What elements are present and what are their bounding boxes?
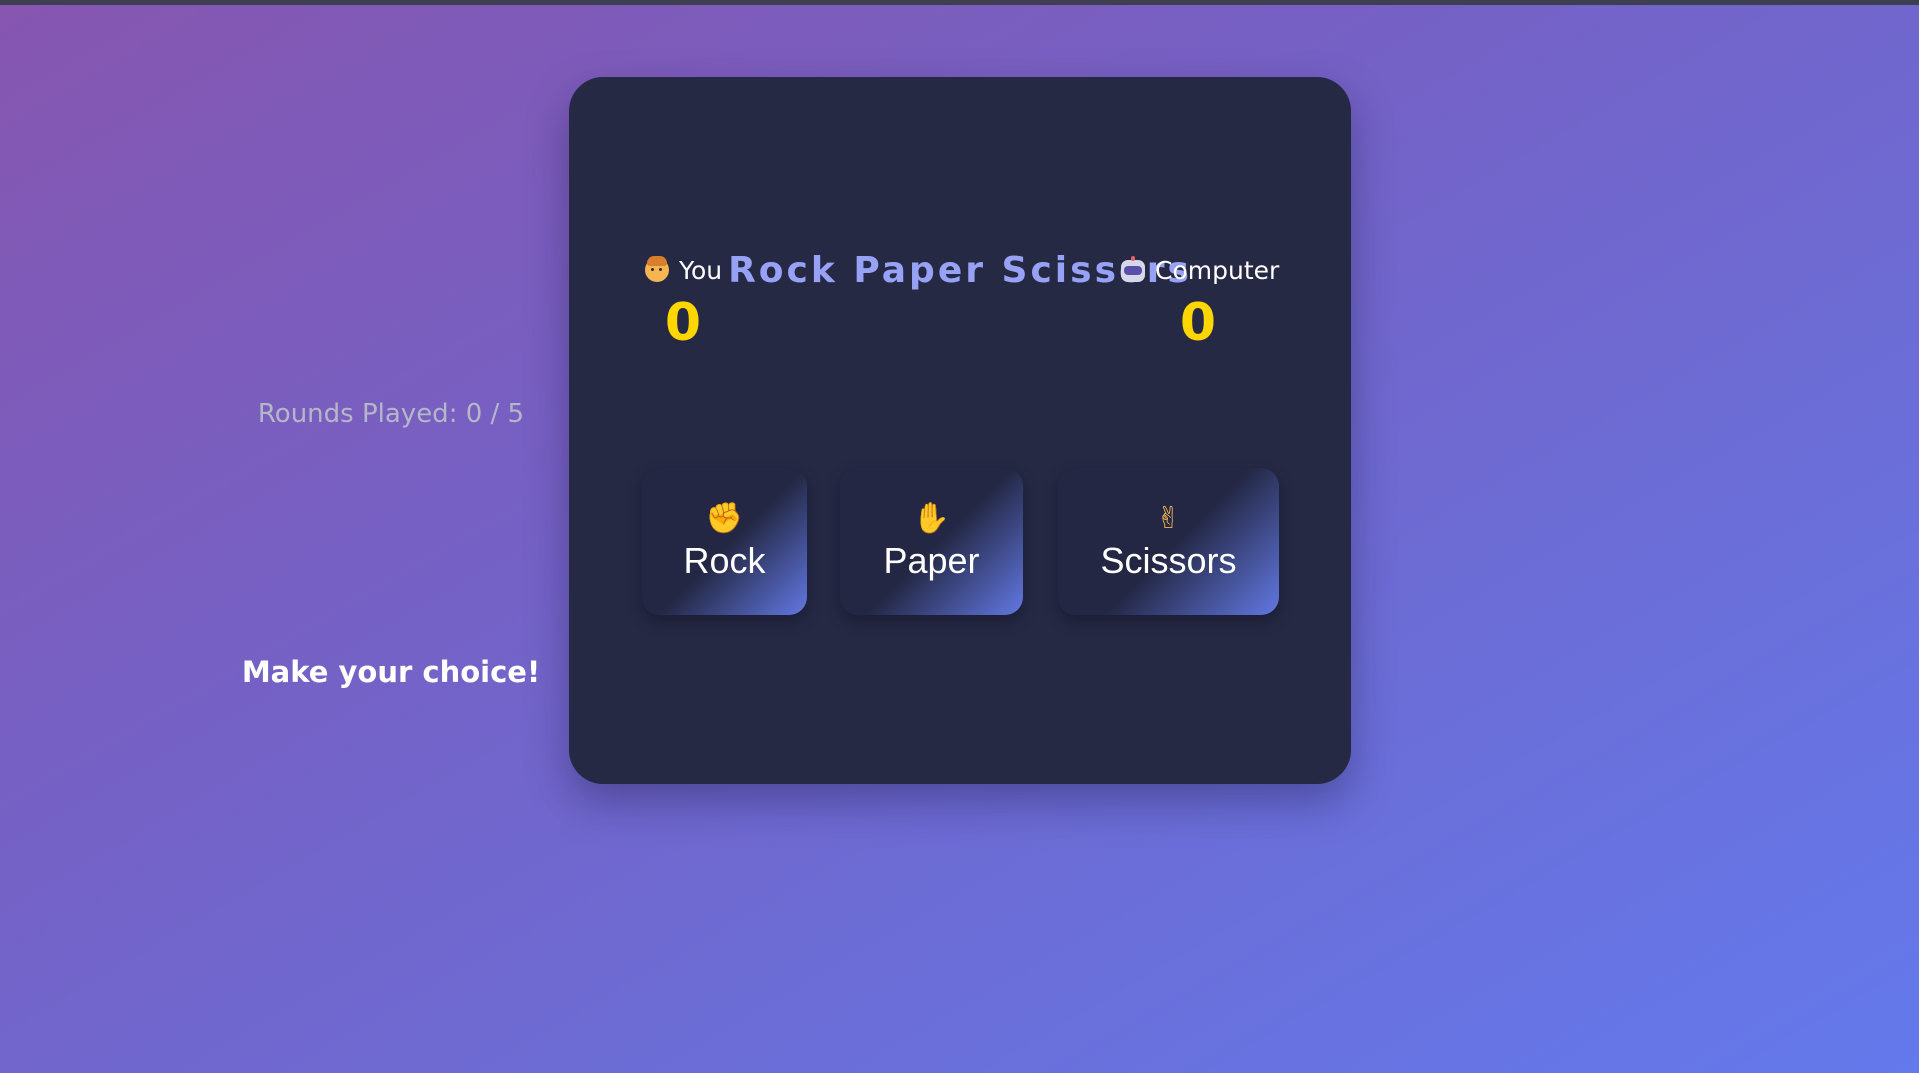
scissors-label: Scissors — [1100, 540, 1237, 581]
scissors-button[interactable]: ✌ Scissors — [1058, 468, 1279, 615]
player-label: You — [644, 255, 722, 285]
person-face-icon — [644, 256, 670, 283]
computer-score: 0 — [1179, 293, 1217, 353]
robot-face-icon — [1120, 256, 1146, 283]
raised-fist-icon: ✊ — [705, 501, 744, 536]
status-message: Make your choice! — [241, 655, 541, 689]
paper-label: Paper — [883, 540, 980, 581]
rock-button[interactable]: ✊ Rock — [642, 468, 807, 615]
victory-hand-icon: ✌ — [1155, 501, 1182, 536]
computer-label: Computer — [1120, 255, 1279, 285]
window-top-edge — [0, 0, 1919, 5]
player-score: 0 — [664, 293, 702, 353]
computer-name: Computer — [1155, 255, 1280, 285]
rounds-played: Rounds Played: 0 / 5 — [257, 399, 525, 429]
raised-hand-icon: ✋ — [912, 501, 951, 536]
player-name: You — [679, 255, 723, 285]
paper-button[interactable]: ✋ Paper — [840, 468, 1023, 615]
rock-label: Rock — [683, 540, 766, 581]
